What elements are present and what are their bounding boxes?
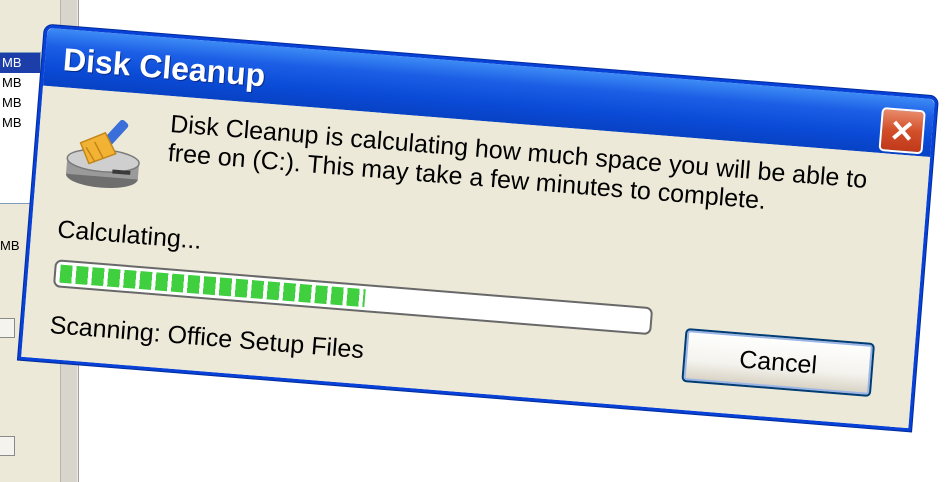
- close-button[interactable]: ✕: [878, 107, 926, 155]
- progress-fill: [59, 264, 366, 308]
- disk-cleanup-dialog: Disk Cleanup ✕ Disk Cleanup is calculati…: [17, 24, 939, 432]
- list-item[interactable]: MB: [0, 53, 40, 73]
- background-button[interactable]: [0, 436, 15, 456]
- cancel-button[interactable]: Cancel: [681, 327, 876, 398]
- total-size-label: MB: [0, 238, 20, 253]
- scanning-row: Scanning: Office Setup Files: [49, 311, 365, 365]
- list-item[interactable]: MB: [0, 113, 40, 133]
- list-item[interactable]: MB: [0, 73, 40, 93]
- disk-cleanup-icon: [66, 119, 140, 189]
- screen: MB MB MB MB MB Disk Cleanup ✕ Disk Clean…: [0, 0, 950, 482]
- status-text: Calculating...: [56, 215, 203, 255]
- list-item[interactable]: MB: [0, 93, 40, 113]
- close-icon: ✕: [888, 114, 916, 150]
- scanning-label: Scanning:: [48, 311, 162, 348]
- background-button[interactable]: [0, 318, 15, 338]
- dialog-title: Disk Cleanup: [61, 41, 267, 94]
- scanning-item: Office Setup Files: [166, 320, 365, 365]
